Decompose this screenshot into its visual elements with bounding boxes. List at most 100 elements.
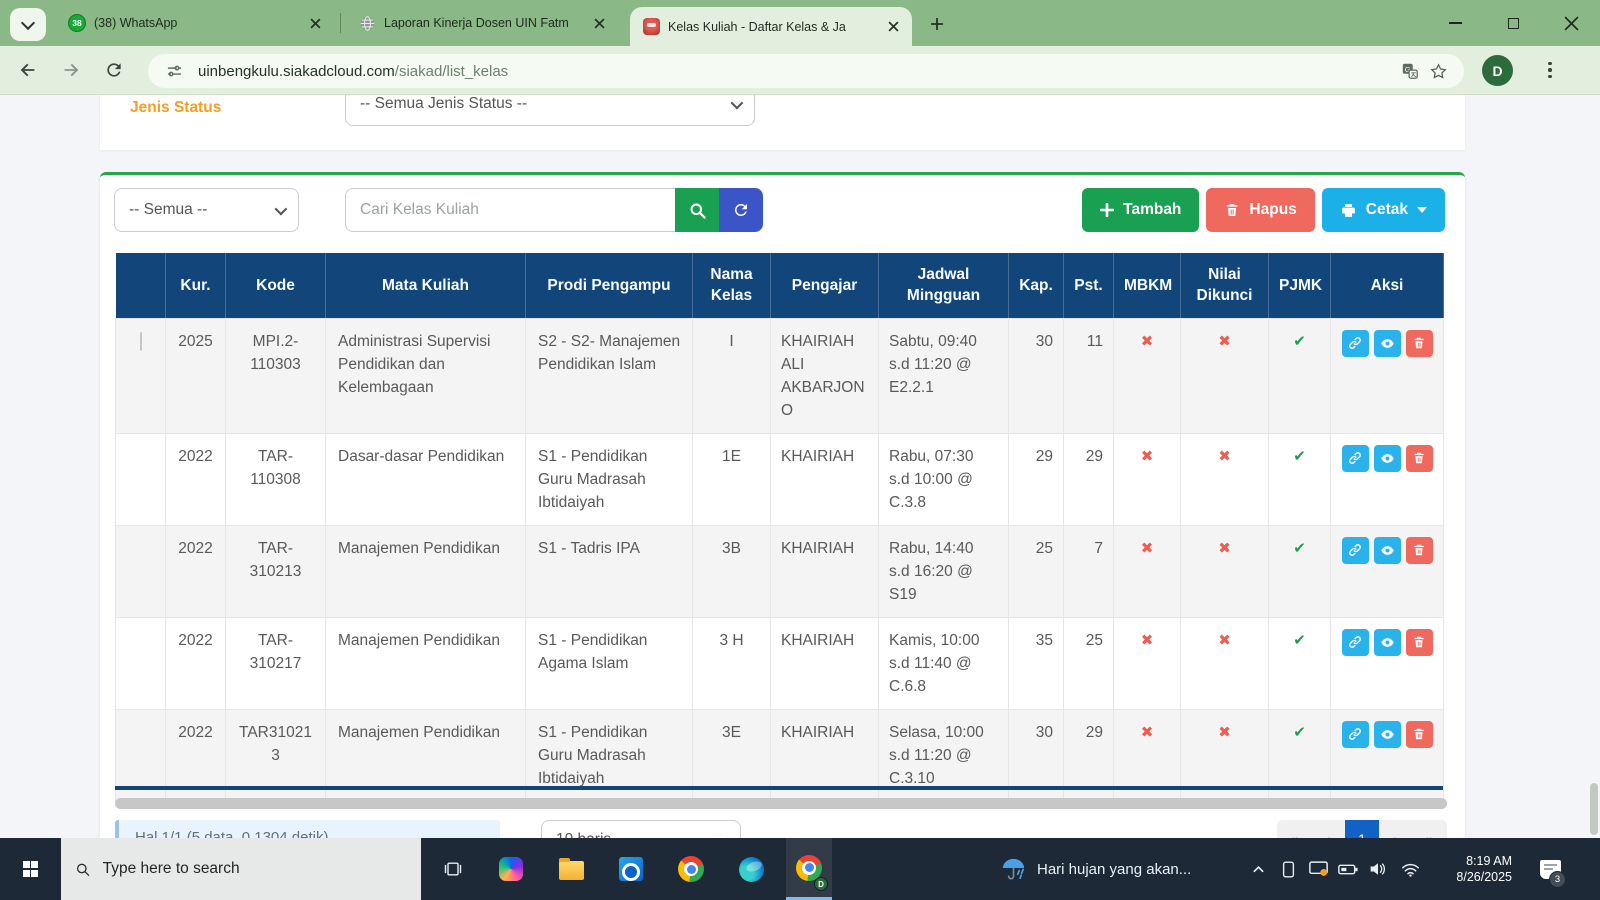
page-button[interactable]: › xyxy=(1379,820,1413,838)
phone-link-icon[interactable] xyxy=(1274,838,1302,900)
search-button[interactable] xyxy=(675,188,719,232)
back-button[interactable] xyxy=(12,54,44,86)
task-view-button[interactable] xyxy=(425,838,481,900)
cross-icon: ✖ xyxy=(1218,333,1231,350)
cell-pjmk: ✔ xyxy=(1269,318,1331,433)
site-settings-icon[interactable] xyxy=(160,57,188,85)
column-header: Mata Kuliah xyxy=(326,253,526,318)
row-delete-button[interactable] xyxy=(1406,537,1433,564)
weather-widget[interactable]: Hari hujan yang akan... xyxy=(1000,838,1191,900)
translate-icon[interactable]: G xyxy=(1396,57,1424,85)
screen-share-icon[interactable] xyxy=(1304,838,1332,900)
page-button-active[interactable]: 1 xyxy=(1345,820,1379,838)
tab-kelas-kuliah-active[interactable]: Kelas Kuliah - Daftar Kelas & Ja xyxy=(630,7,912,46)
tab-strip-expander-button[interactable] xyxy=(10,8,46,41)
tab-close-icon[interactable] xyxy=(590,14,608,32)
copilot-icon xyxy=(499,857,523,881)
tab-close-icon[interactable] xyxy=(306,14,324,32)
cell-pst: 29 xyxy=(1064,433,1114,525)
row-view-button[interactable] xyxy=(1374,445,1401,472)
cell-kur: 2022 xyxy=(166,525,226,617)
row-delete-button[interactable] xyxy=(1406,445,1433,472)
network-icon[interactable] xyxy=(1396,838,1424,900)
cetak-button[interactable]: Cetak xyxy=(1322,188,1445,232)
battery-icon[interactable] xyxy=(1334,838,1362,900)
table-row: 2022TAR-110308Dasar-dasar PendidikanS1 -… xyxy=(116,433,1444,525)
table-footer: Hal 1/1 (5 data, 0.1304 detik) 10 baris … xyxy=(115,820,1447,838)
reload-button[interactable] xyxy=(98,54,130,86)
copilot-button[interactable] xyxy=(481,838,541,900)
row-link-button[interactable] xyxy=(1342,445,1369,472)
cell-pengajar: KHAIRIAH xyxy=(771,433,879,525)
browser-menu-icon[interactable] xyxy=(1534,54,1566,86)
tambah-label: Tambah xyxy=(1123,201,1181,219)
link-icon xyxy=(1348,543,1362,557)
page-size-select[interactable]: 10 baris xyxy=(541,820,741,838)
page-button[interactable]: » xyxy=(1413,820,1447,838)
cell-pjmk: ✔ xyxy=(1269,617,1331,709)
row-view-button[interactable] xyxy=(1374,721,1401,748)
edge-icon xyxy=(739,857,764,882)
row-delete-button[interactable] xyxy=(1406,330,1433,357)
tab-close-icon[interactable] xyxy=(884,18,902,36)
edge-button[interactable] xyxy=(721,838,781,900)
row-view-button[interactable] xyxy=(1374,537,1401,564)
row-delete-button[interactable] xyxy=(1406,721,1433,748)
chrome-active-window-button[interactable]: D xyxy=(786,838,832,900)
row-checkbox[interactable] xyxy=(140,332,142,351)
bookmark-star-icon[interactable] xyxy=(1424,57,1452,85)
row-view-button[interactable] xyxy=(1374,330,1401,357)
close-button[interactable] xyxy=(1542,0,1600,46)
trash-icon xyxy=(1412,635,1426,649)
taskbar-search-input[interactable] xyxy=(103,860,407,878)
chrome-button[interactable] xyxy=(661,838,721,900)
row-link-button[interactable] xyxy=(1342,629,1369,656)
taskbar-search[interactable] xyxy=(61,838,421,900)
outlook-button[interactable] xyxy=(601,838,661,900)
search-input[interactable] xyxy=(345,188,675,232)
vertical-scrollbar-thumb[interactable] xyxy=(1590,783,1598,835)
tab-laporan-kinerja[interactable]: Laporan Kinerja Dosen UIN Fatm xyxy=(346,0,618,46)
cell-pst: 7 xyxy=(1064,525,1114,617)
cell-kode: TAR-310217 xyxy=(226,617,326,709)
taskbar-clock[interactable]: 8:19 AM 8/26/2025 xyxy=(1432,838,1512,900)
check-icon: ✔ xyxy=(1293,333,1306,350)
cell-nilai-dikunci: ✖ xyxy=(1181,617,1269,709)
row-view-button[interactable] xyxy=(1374,629,1401,656)
new-tab-button[interactable] xyxy=(925,12,949,36)
start-button[interactable] xyxy=(0,838,61,900)
jenis-status-select[interactable]: -- Semua Jenis Status -- xyxy=(345,95,755,126)
cell-checkbox xyxy=(116,525,166,617)
forward-button[interactable] xyxy=(55,54,87,86)
check-icon: ✔ xyxy=(1293,540,1306,557)
column-header: Kur. xyxy=(166,253,226,318)
page-button[interactable]: ‹ xyxy=(1311,820,1345,838)
profile-avatar[interactable]: D xyxy=(1482,55,1513,86)
file-explorer-button[interactable] xyxy=(541,838,601,900)
row-link-button[interactable] xyxy=(1342,330,1369,357)
tab-whatsapp[interactable]: 38 (38) WhatsApp xyxy=(56,0,334,46)
trash-icon xyxy=(1412,543,1426,557)
column-header: Pst. xyxy=(1064,253,1114,318)
cell-aksi xyxy=(1331,318,1444,433)
refresh-button[interactable] xyxy=(719,188,763,232)
speaker-icon[interactable] xyxy=(1364,838,1392,900)
chrome-icon xyxy=(678,856,704,882)
row-link-button[interactable] xyxy=(1342,721,1369,748)
minimize-button[interactable] xyxy=(1426,0,1484,46)
scope-select[interactable]: -- Semua -- xyxy=(114,188,299,232)
row-link-button[interactable] xyxy=(1342,537,1369,564)
cross-icon: ✖ xyxy=(1141,540,1154,557)
row-delete-button[interactable] xyxy=(1406,629,1433,656)
tambah-button[interactable]: Tambah xyxy=(1082,188,1199,232)
action-center-button[interactable]: 3 xyxy=(1528,838,1572,900)
tray-expand-button[interactable] xyxy=(1244,838,1272,900)
horizontal-scrollbar[interactable] xyxy=(115,798,1447,809)
page-button[interactable]: « xyxy=(1277,820,1311,838)
plus-icon xyxy=(1100,203,1114,217)
omnibox[interactable]: uinbengkulu.siakadcloud.com/siakad/list_… xyxy=(148,54,1464,88)
cell-kap: 30 xyxy=(1009,318,1064,433)
window-controls xyxy=(1426,0,1600,46)
restore-button[interactable] xyxy=(1484,0,1542,46)
hapus-button[interactable]: Hapus xyxy=(1206,188,1314,232)
